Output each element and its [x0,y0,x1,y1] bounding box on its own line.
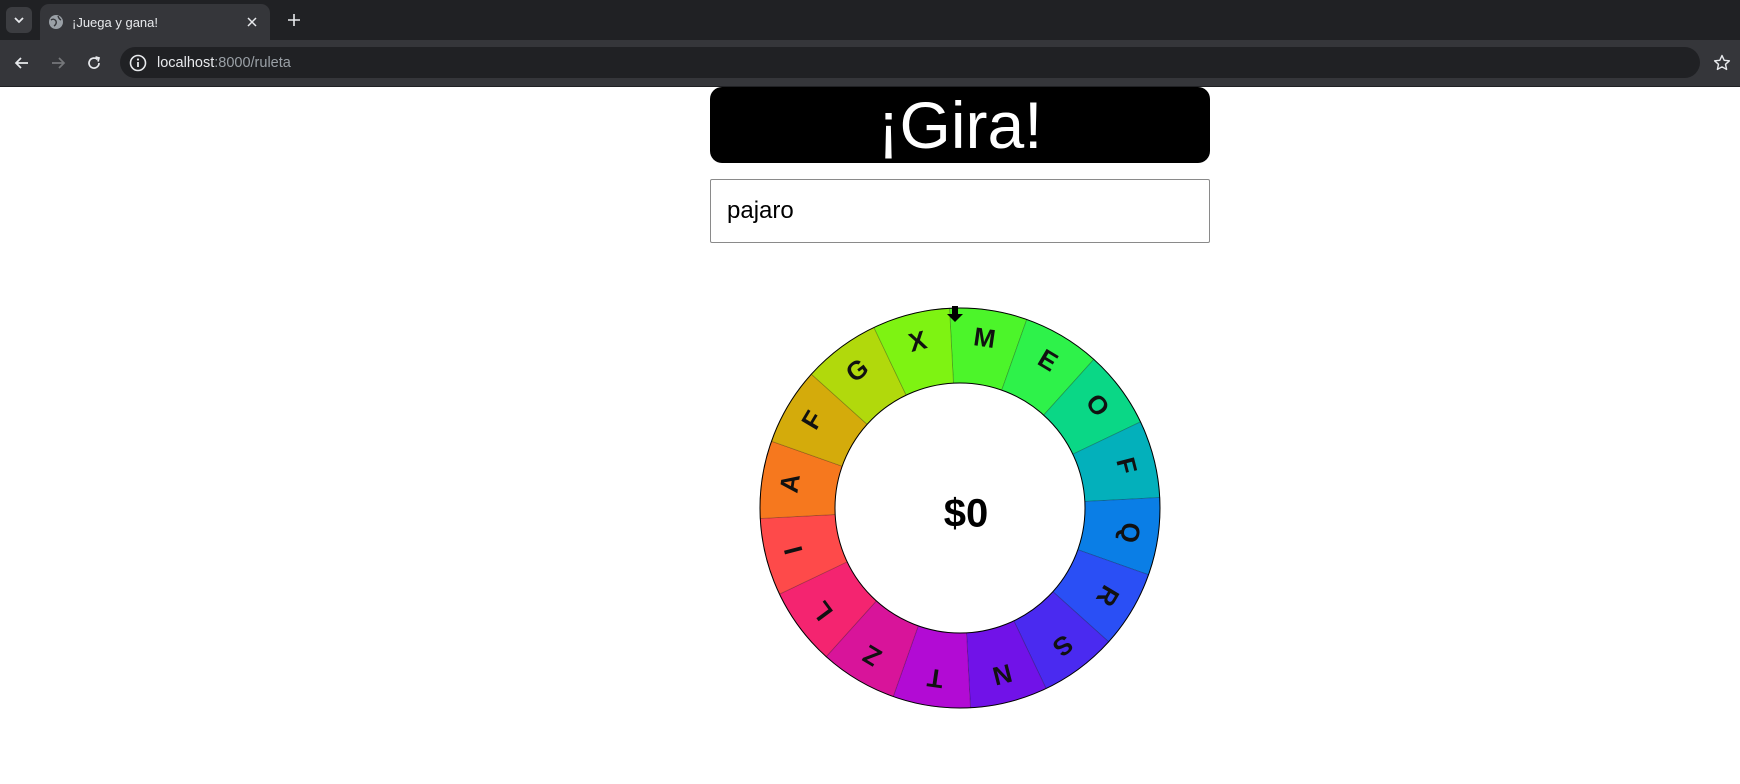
arrow-right-icon [52,57,66,69]
arrow-left-icon [14,57,28,69]
tab-search-button[interactable] [6,7,32,33]
address-bar[interactable]: localhost:8000/ruleta [120,47,1700,78]
tab-title: ¡Juega y gana! [72,14,159,30]
chevron-down-icon [14,17,24,24]
word-input[interactable] [710,179,1210,243]
reload-icon [88,56,101,69]
globe-icon [48,14,64,30]
reload-button[interactable] [82,51,106,75]
url-host: localhost [157,54,215,71]
close-tab-icon[interactable] [242,12,262,32]
star-icon [1713,54,1731,71]
browser-tab-strip: ¡Juega y gana! [0,0,1740,40]
roulette-wheel[interactable]: MEOFQRSNTZLIAFGX $0 [750,298,1170,718]
spin-button[interactable]: ¡Gira! [710,87,1210,163]
wheel-letter: Q [1114,521,1147,545]
url-text: localhost:8000/ruleta [157,55,291,71]
site-info-icon[interactable] [129,54,147,72]
url-path: :8000/ruleta [214,54,291,71]
wheel-letter: M [972,321,998,354]
bookmark-star-button[interactable] [1710,51,1734,75]
back-button[interactable] [10,51,34,75]
new-tab-button[interactable] [282,8,306,32]
forward-button[interactable] [46,51,70,75]
browser-toolbar: localhost:8000/ruleta [0,40,1740,86]
wheel-amount: $0 [944,492,989,536]
browser-tab[interactable]: ¡Juega y gana! [40,4,270,40]
plus-icon [288,14,300,26]
